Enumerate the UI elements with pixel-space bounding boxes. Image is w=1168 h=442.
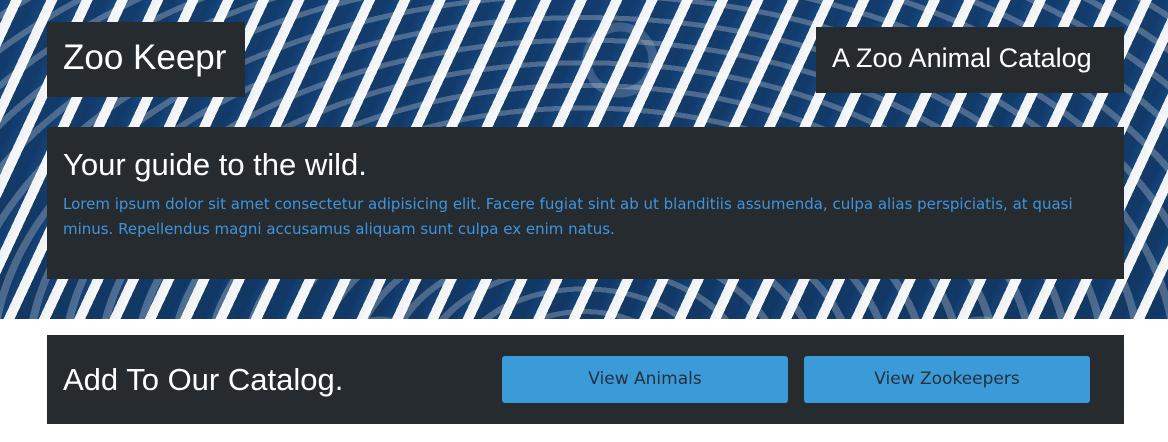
catalog-actions: View Animals View Zookeepers [502, 356, 1090, 403]
catalog-tagline: A Zoo Animal Catalog [832, 43, 1092, 73]
catalog-heading: Add To Our Catalog. [63, 362, 344, 397]
hero-banner: Zoo Keepr A Zoo Animal Catalog Your guid… [0, 0, 1168, 319]
brand-title: Zoo Keepr [63, 38, 227, 77]
view-zookeepers-button[interactable]: View Zookeepers [804, 356, 1090, 403]
hero-card: Your guide to the wild. Lorem ipsum dolo… [47, 127, 1124, 279]
hero-description: Lorem ipsum dolor sit amet consectetur a… [63, 194, 1073, 238]
catalog-action-bar: Add To Our Catalog. View Animals View Zo… [47, 335, 1124, 424]
hero-heading: Your guide to the wild. [63, 147, 367, 182]
catalog-tagline-box: A Zoo Animal Catalog [816, 27, 1124, 93]
view-animals-button[interactable]: View Animals [502, 356, 788, 403]
brand-box: Zoo Keepr [47, 22, 245, 97]
